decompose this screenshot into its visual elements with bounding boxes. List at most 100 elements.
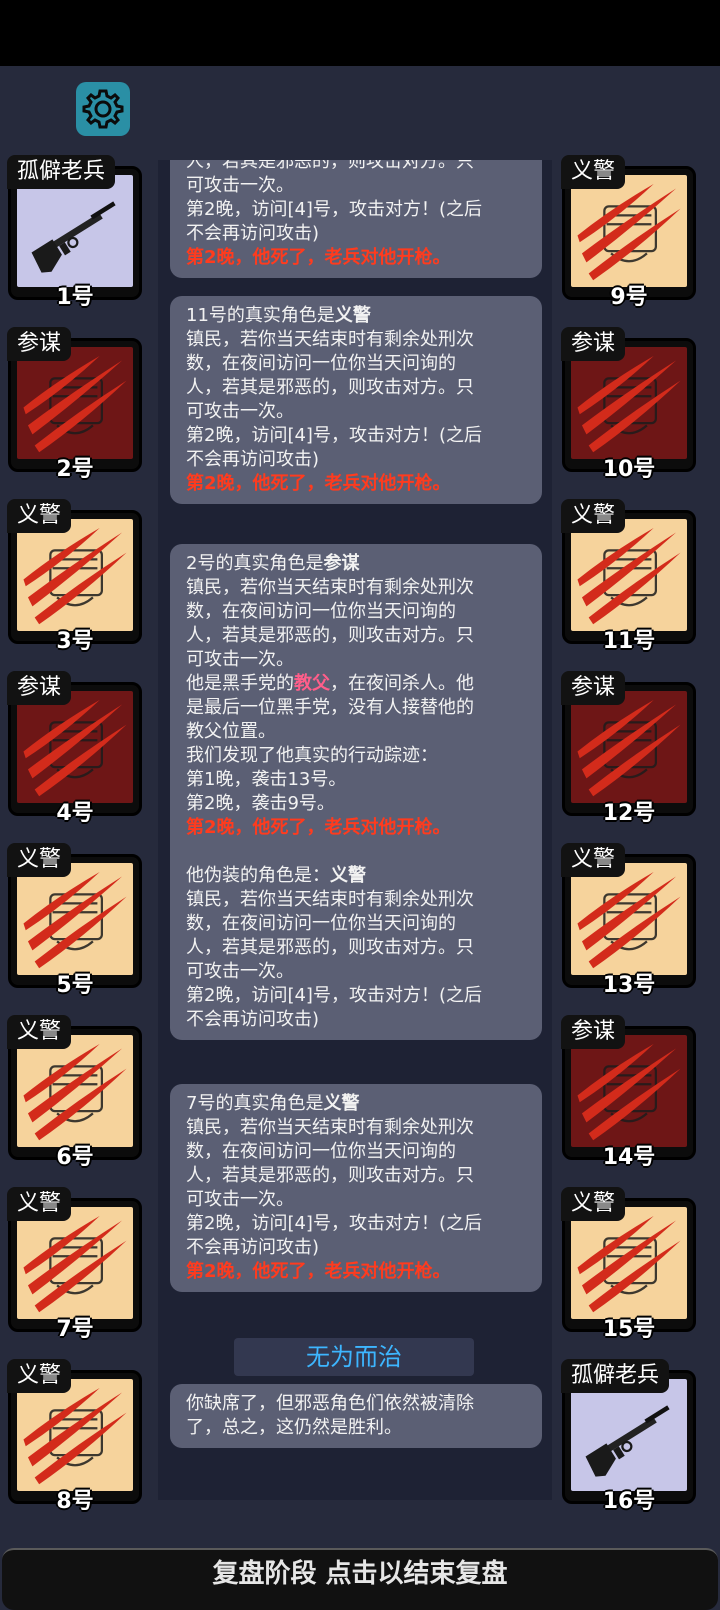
role-image — [571, 1035, 687, 1147]
claw-scratch-icon — [23, 1215, 127, 1313]
death-line: 第2晚，他死了，老兵对他开枪。 — [186, 817, 451, 838]
claw-scratch-icon — [577, 1043, 681, 1141]
player-card-3[interactable]: 义警 3号 — [7, 499, 142, 654]
log-line: 第2晚，访问[4]号，攻击对方！(之后 — [186, 985, 482, 1006]
log-line: 人，若其是邪恶的，则攻击对方。只 — [186, 160, 474, 172]
log-line: 数，在夜间访问一位你当天问询的 — [186, 913, 456, 934]
role-tag: 义警 — [7, 1359, 72, 1393]
log-line: 我们发现了他真实的行动踪迹： — [186, 745, 438, 766]
player-number: 11号 — [602, 629, 656, 654]
log-line: 可攻击一次。 — [186, 649, 294, 670]
log-line: 可攻击一次。 — [186, 961, 294, 982]
player-card-10[interactable]: 参谋 10号 — [561, 327, 696, 482]
role-image — [17, 1379, 133, 1491]
log-line: 他是黑手党的教父，在夜间杀人。他 — [186, 673, 474, 694]
review-log[interactable]: 人，若其是邪恶的，则攻击对方。只 可攻击一次。 第2晚，访问[4]号，攻击对方！… — [158, 160, 552, 1500]
player-card-6[interactable]: 义警 6号 — [7, 1015, 142, 1170]
log-line: 你缺席了，但邪恶角色们依然被清除 — [186, 1393, 474, 1414]
player-card-12[interactable]: 参谋 12号 — [561, 671, 696, 826]
claw-scratch-icon — [23, 355, 127, 453]
player-card-15[interactable]: 义警 15号 — [561, 1187, 696, 1342]
log-line: 教父位置。 — [186, 721, 276, 742]
role-reveal-line: 2号的真实角色是参谋 — [186, 553, 360, 574]
role-image — [17, 1035, 133, 1147]
player-card-7[interactable]: 义警 7号 — [7, 1187, 142, 1342]
death-line: 第2晚，他死了，老兵对他开枪。 — [186, 473, 451, 494]
role-image — [571, 1379, 687, 1491]
log-entry-1: 人，若其是邪恶的，则攻击对方。只 可攻击一次。 第2晚，访问[4]号，攻击对方！… — [170, 160, 542, 278]
role-tag: 义警 — [7, 843, 72, 877]
log-line: 不会再访问攻击) — [186, 223, 320, 244]
log-line: 人，若其是邪恶的，则攻击对方。只 — [186, 937, 474, 958]
role-image — [571, 1207, 687, 1319]
log-line: 第1晚，袭击13号。 — [186, 769, 347, 790]
player-card-9[interactable]: 义警 9号 — [561, 155, 696, 310]
role-image — [17, 175, 133, 287]
role-tag: 参谋 — [561, 327, 626, 361]
log-line: 数，在夜间访问一位你当天问询的 — [186, 601, 456, 622]
log-entry-2: 11号的真实角色是义警 镇民，若你当天结束时有剩余处刑次 数，在夜间访问一位你当… — [170, 296, 542, 504]
log-line: 了，总之，这仍然是胜利。 — [186, 1417, 402, 1438]
role-image — [571, 347, 687, 459]
death-line: 第2晚，他死了，老兵对他开枪。 — [186, 247, 451, 268]
player-number: 15号 — [602, 1317, 656, 1342]
player-card-11[interactable]: 义警 11号 — [561, 499, 696, 654]
role-name: 参谋 — [323, 553, 360, 574]
role-image — [17, 1207, 133, 1319]
log-line: 可攻击一次。 — [186, 1189, 294, 1210]
player-number: 2号 — [56, 457, 94, 482]
role-tag: 义警 — [561, 1187, 626, 1221]
section-title: 无为而治 — [234, 1338, 474, 1376]
role-tag: 参谋 — [7, 671, 72, 705]
player-number: 13号 — [602, 973, 656, 998]
role-tag: 孤僻老兵 — [561, 1359, 670, 1393]
player-number: 8号 — [56, 1489, 94, 1514]
player-card-8[interactable]: 义警 8号 — [7, 1359, 142, 1514]
log-line: 镇民，若你当天结束时有剩余处刑次 — [186, 577, 474, 598]
role-reveal-line: 11号的真实角色是义警 — [186, 305, 371, 326]
role-image — [571, 519, 687, 631]
log-line: 数，在夜间访问一位你当天问询的 — [186, 353, 456, 374]
death-line: 第2晚，他死了，老兵对他开枪。 — [186, 1261, 451, 1282]
claw-scratch-icon — [577, 1215, 681, 1313]
settings-button[interactable] — [76, 82, 130, 136]
player-number: 5号 — [56, 973, 94, 998]
role-tag: 义警 — [561, 499, 626, 533]
player-number: 6号 — [56, 1145, 94, 1170]
role-tag: 参谋 — [7, 327, 72, 361]
log-line: 第2晚，访问[4]号，攻击对方！(之后 — [186, 1213, 482, 1234]
log-line: 第2晚，访问[4]号，攻击对方！(之后 — [186, 199, 482, 220]
claw-scratch-icon — [577, 871, 681, 969]
role-image — [17, 519, 133, 631]
gear-icon — [82, 89, 124, 129]
end-review-button[interactable]: 复盘阶段 点击以结束复盘 — [2, 1548, 718, 1610]
log-line: 人，若其是邪恶的，则攻击对方。只 — [186, 1165, 474, 1186]
player-card-1[interactable]: 孤僻老兵 1号 — [7, 155, 142, 310]
role-image — [17, 347, 133, 459]
player-card-4[interactable]: 参谋 4号 — [7, 671, 142, 826]
log-line: 不会再访问攻击) — [186, 1237, 320, 1258]
claw-scratch-icon — [23, 871, 127, 969]
role-image — [571, 691, 687, 803]
role-tag: 孤僻老兵 — [7, 155, 116, 189]
claw-scratch-icon — [577, 527, 681, 625]
final-message: 你缺席了，但邪恶角色们依然被清除 了，总之，这仍然是胜利。 — [170, 1384, 542, 1448]
player-card-2[interactable]: 参谋 2号 — [7, 327, 142, 482]
rifle-icon — [31, 201, 116, 273]
role-tag: 参谋 — [561, 1015, 626, 1049]
claw-scratch-icon — [577, 183, 681, 281]
role-image — [571, 175, 687, 287]
godfather-role: 教父 — [294, 673, 330, 694]
role-image — [17, 863, 133, 975]
player-card-5[interactable]: 义警 5号 — [7, 843, 142, 998]
role-tag: 义警 — [561, 843, 626, 877]
log-entry-3: 2号的真实角色是参谋 镇民，若你当天结束时有剩余处刑次 数，在夜间访问一位你当天… — [170, 544, 542, 1040]
claw-scratch-icon — [577, 355, 681, 453]
player-card-13[interactable]: 义警 13号 — [561, 843, 696, 998]
log-line: 数，在夜间访问一位你当天问询的 — [186, 1141, 456, 1162]
player-card-16[interactable]: 孤僻老兵 16号 — [561, 1359, 696, 1514]
player-card-14[interactable]: 参谋 14号 — [561, 1015, 696, 1170]
player-number: 3号 — [56, 629, 94, 654]
player-number: 9号 — [610, 285, 648, 310]
log-line: 不会再访问攻击) — [186, 1009, 320, 1030]
